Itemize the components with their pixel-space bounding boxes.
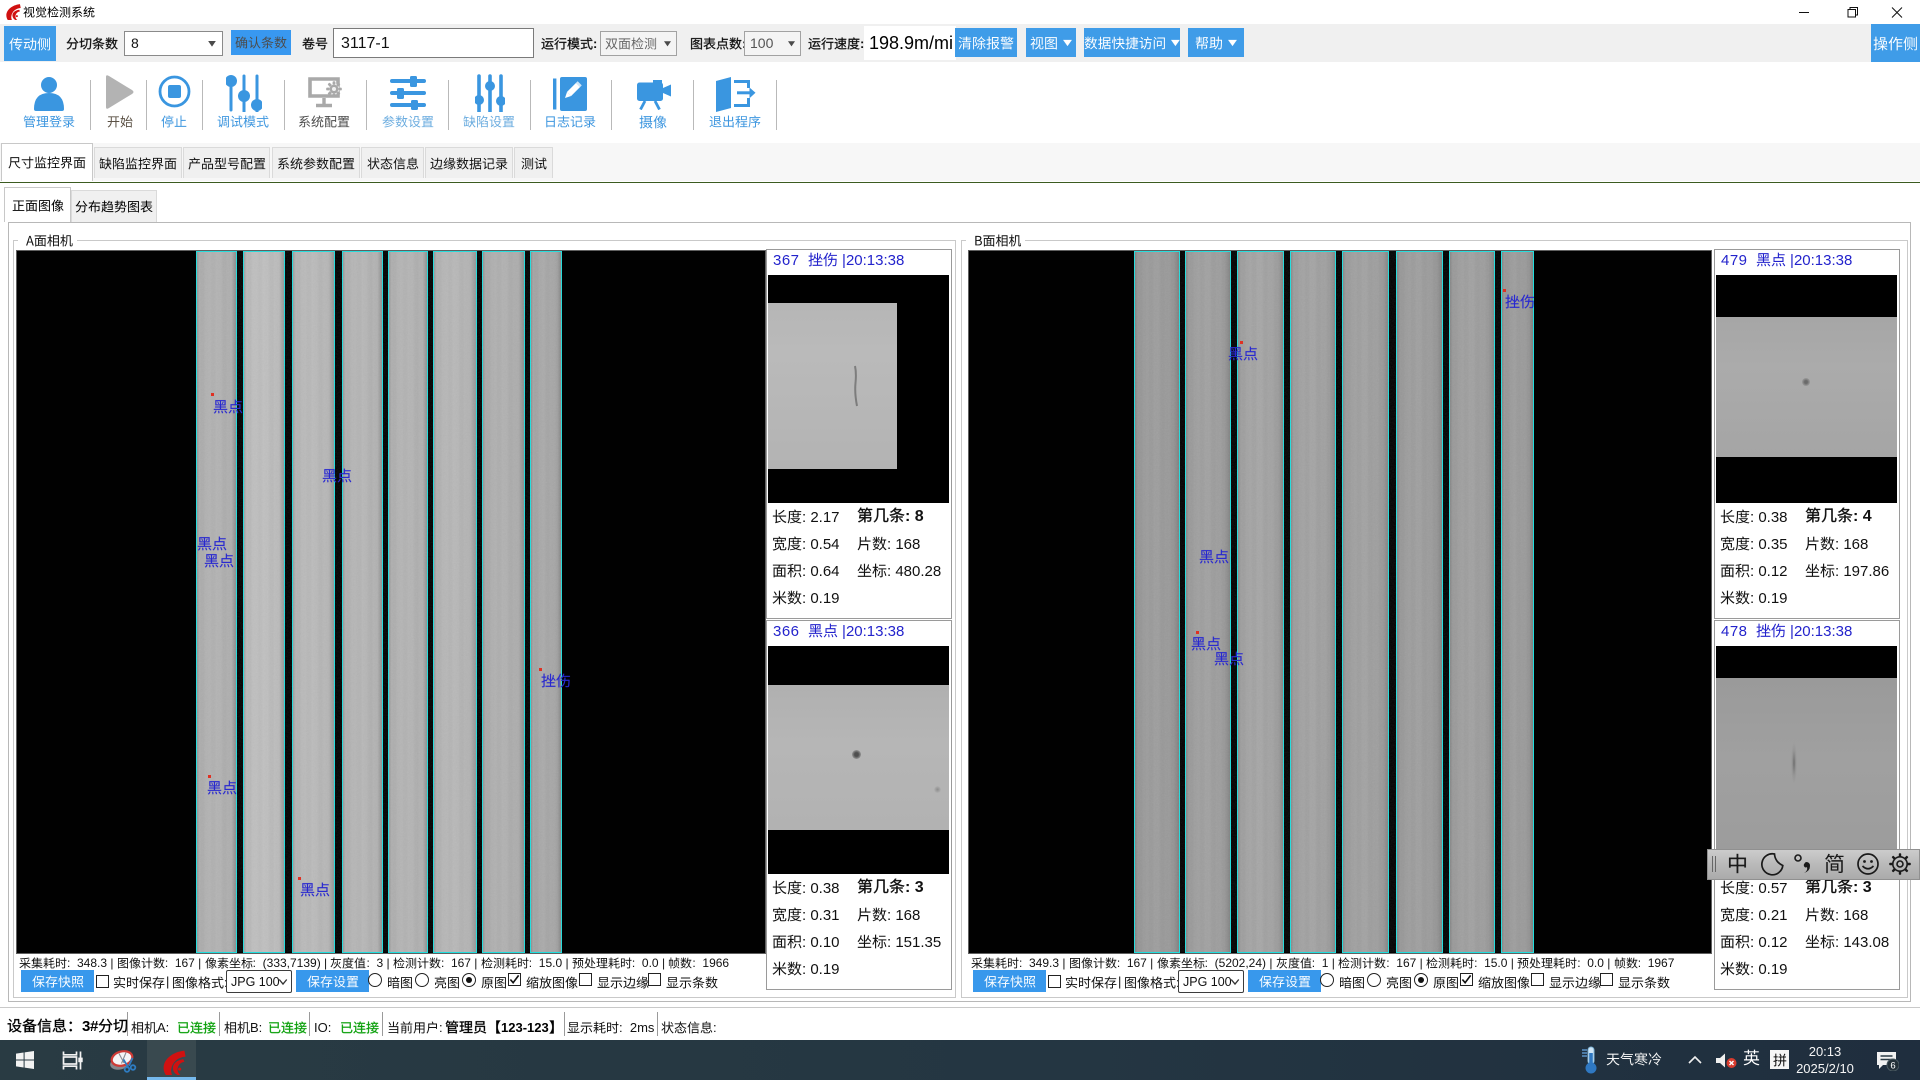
svg-text:6: 6: [1890, 1061, 1895, 1071]
